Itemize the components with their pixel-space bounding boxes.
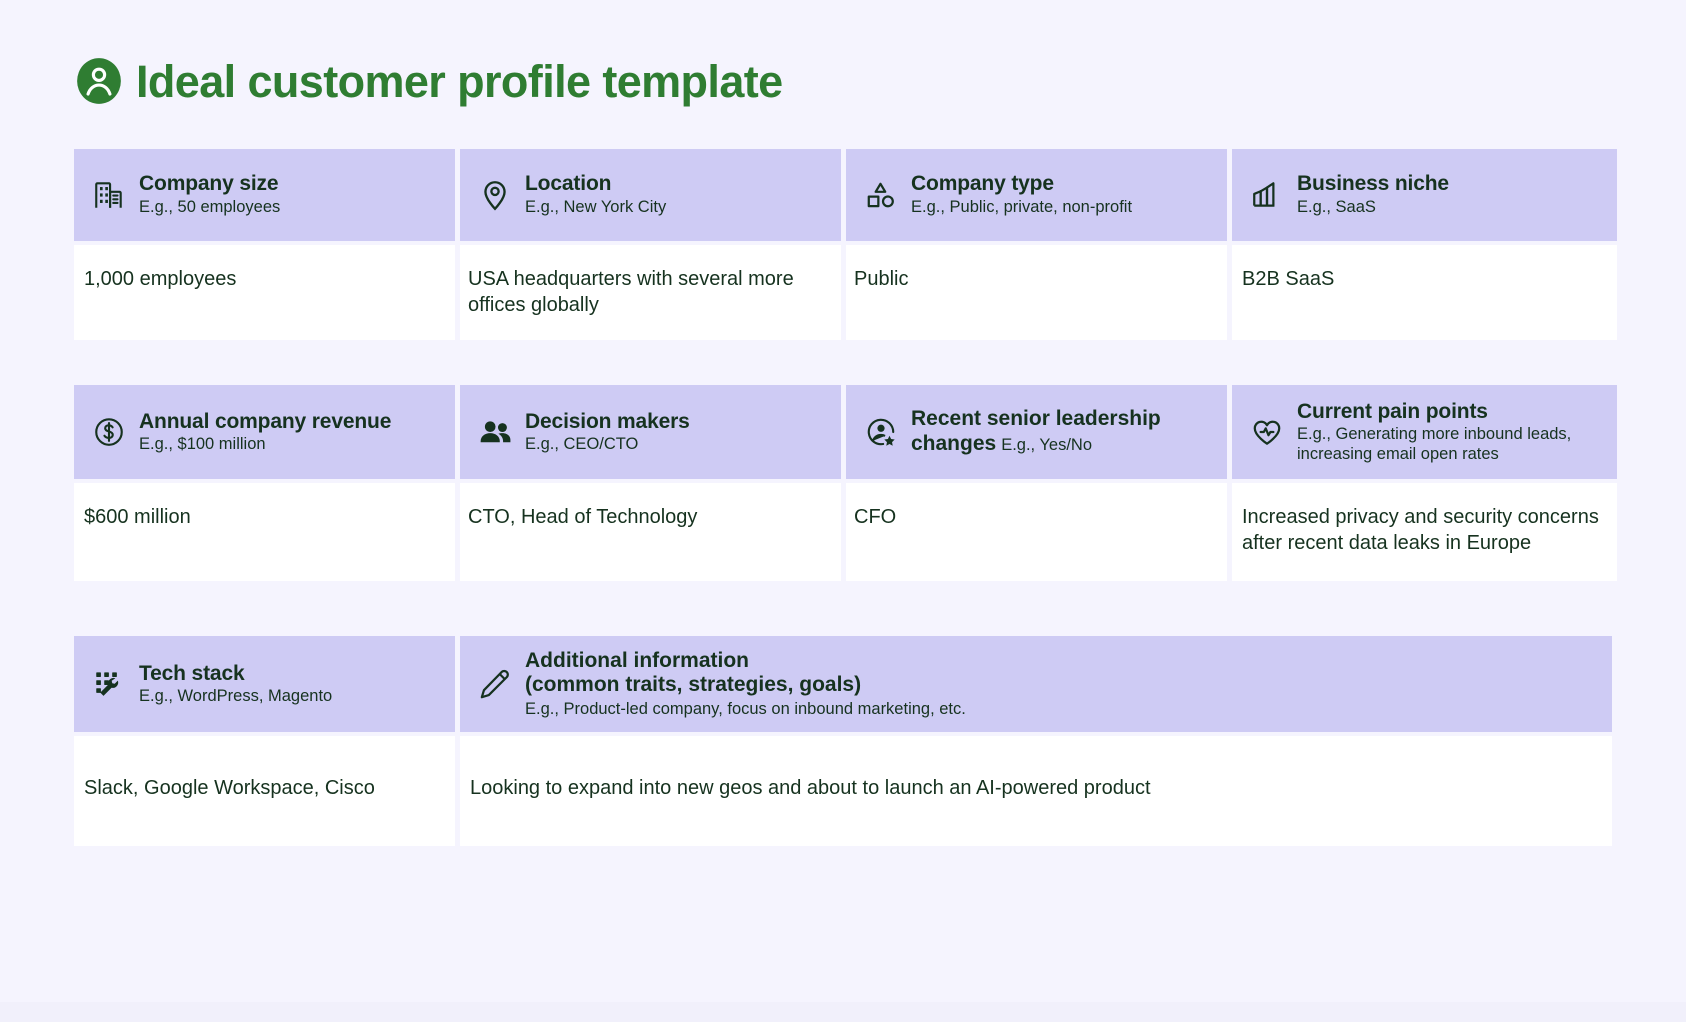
shapes-icon: [864, 178, 898, 212]
field-header-annual-revenue[interactable]: Annual company revenue E.g., $100 millio…: [74, 385, 455, 480]
field-title: Decision makers: [525, 409, 690, 433]
field-title-line1: Recent senior leadership: [911, 407, 1161, 431]
dollar-circle-icon: [92, 415, 126, 449]
field-title-line2: (common traits, strategies, goals): [525, 673, 862, 697]
field-answer-tech-stack[interactable]: Slack, Google Workspace, Cisco: [74, 736, 455, 847]
field-answer-company-size[interactable]: 1,000 employees: [74, 245, 455, 341]
field-title: Company size: [139, 172, 279, 196]
field-header-location[interactable]: Location E.g., New York City: [460, 149, 841, 241]
icp-template-page: Ideal customer profile template Company …: [0, 0, 1686, 1022]
bar-chart-factory-icon: [1250, 178, 1284, 212]
field-answer-pain-points[interactable]: Increased privacy and security concerns …: [1232, 483, 1617, 582]
field-answer-company-type[interactable]: Public: [846, 245, 1227, 341]
field-header-additional-information[interactable]: Additional information (common traits, s…: [460, 636, 1612, 733]
field-title: Annual company revenue: [139, 409, 392, 433]
field-title-line2: changes: [911, 432, 997, 456]
field-example: E.g., Public, private, non-profit: [911, 197, 1133, 216]
user-circle-icon: [74, 56, 124, 106]
map-pin-icon: [478, 178, 512, 212]
field-example: E.g., SaaS: [1297, 197, 1376, 216]
field-title: Tech stack: [139, 661, 245, 685]
field-header-company-size[interactable]: Company size E.g., 50 employees: [74, 149, 455, 241]
header-row-3: Tech stack E.g., WordPress, Magento Addi…: [74, 636, 1612, 733]
office-building-icon: [92, 178, 126, 212]
user-star-icon: [864, 415, 898, 449]
field-title: Location: [525, 172, 612, 196]
pencil-icon: [478, 667, 512, 701]
answer-row-2: $600 million CTO, Head of Technology CFO…: [74, 483, 1617, 582]
answer-row-3: Slack, Google Workspace, Cisco Looking t…: [74, 736, 1612, 847]
table-block-2: Annual company revenue E.g., $100 millio…: [74, 385, 1617, 582]
field-answer-business-niche[interactable]: B2B SaaS: [1232, 245, 1617, 341]
field-answer-leadership-changes[interactable]: CFO: [846, 483, 1227, 582]
field-answer-annual-revenue[interactable]: $600 million: [74, 483, 455, 582]
field-header-decision-makers[interactable]: Decision makers E.g., CEO/CTO: [460, 385, 841, 480]
people-icon: [478, 415, 512, 449]
table-block-3: Tech stack E.g., WordPress, Magento Addi…: [74, 636, 1612, 847]
field-example: E.g., $100 million: [139, 435, 266, 454]
answer-row-1: 1,000 employees USA headquarters with se…: [74, 245, 1617, 341]
field-example: E.g., WordPress, Magento: [139, 687, 333, 706]
field-answer-decision-makers[interactable]: CTO, Head of Technology: [460, 483, 841, 582]
page-title: Ideal customer profile template: [0, 0, 1686, 106]
field-example: E.g., Product-led company, focus on inbo…: [525, 700, 966, 719]
field-header-tech-stack[interactable]: Tech stack E.g., WordPress, Magento: [74, 636, 455, 733]
heart-pulse-icon: [1250, 415, 1284, 449]
field-header-pain-points[interactable]: Current pain points E.g., Generating mor…: [1232, 385, 1617, 480]
field-header-leadership-changes[interactable]: Recent senior leadership changes E.g., Ye…: [846, 385, 1227, 480]
field-example: E.g., 50 employees: [139, 197, 281, 216]
field-title-line1: Additional information: [525, 648, 749, 672]
field-title: Company type: [911, 172, 1054, 196]
header-row-1: Company size E.g., 50 employees Location…: [74, 149, 1617, 241]
field-title: Current pain points: [1297, 399, 1488, 423]
table-block-1: Company size E.g., 50 employees Location…: [74, 149, 1617, 341]
field-title: Business niche: [1297, 172, 1449, 196]
field-example: E.g., New York City: [525, 197, 667, 216]
field-header-company-type[interactable]: Company type E.g., Public, private, non-…: [846, 149, 1227, 241]
field-answer-location[interactable]: USA headquarters with several more offic…: [460, 245, 841, 341]
field-example: E.g., CEO/CTO: [525, 435, 639, 454]
page-title-text: Ideal customer profile template: [136, 55, 783, 107]
field-header-business-niche[interactable]: Business niche E.g., SaaS: [1232, 149, 1617, 241]
tech-stack-wrench-icon: [92, 667, 126, 701]
field-example: E.g., Yes/No: [1001, 436, 1093, 455]
field-answer-additional-information[interactable]: Looking to expand into new geos and abou…: [460, 736, 1612, 847]
header-row-2: Annual company revenue E.g., $100 millio…: [74, 385, 1617, 480]
field-example: E.g., Generating more inbound leads, inc…: [1297, 425, 1572, 463]
bottom-divider: [0, 1002, 1686, 1022]
